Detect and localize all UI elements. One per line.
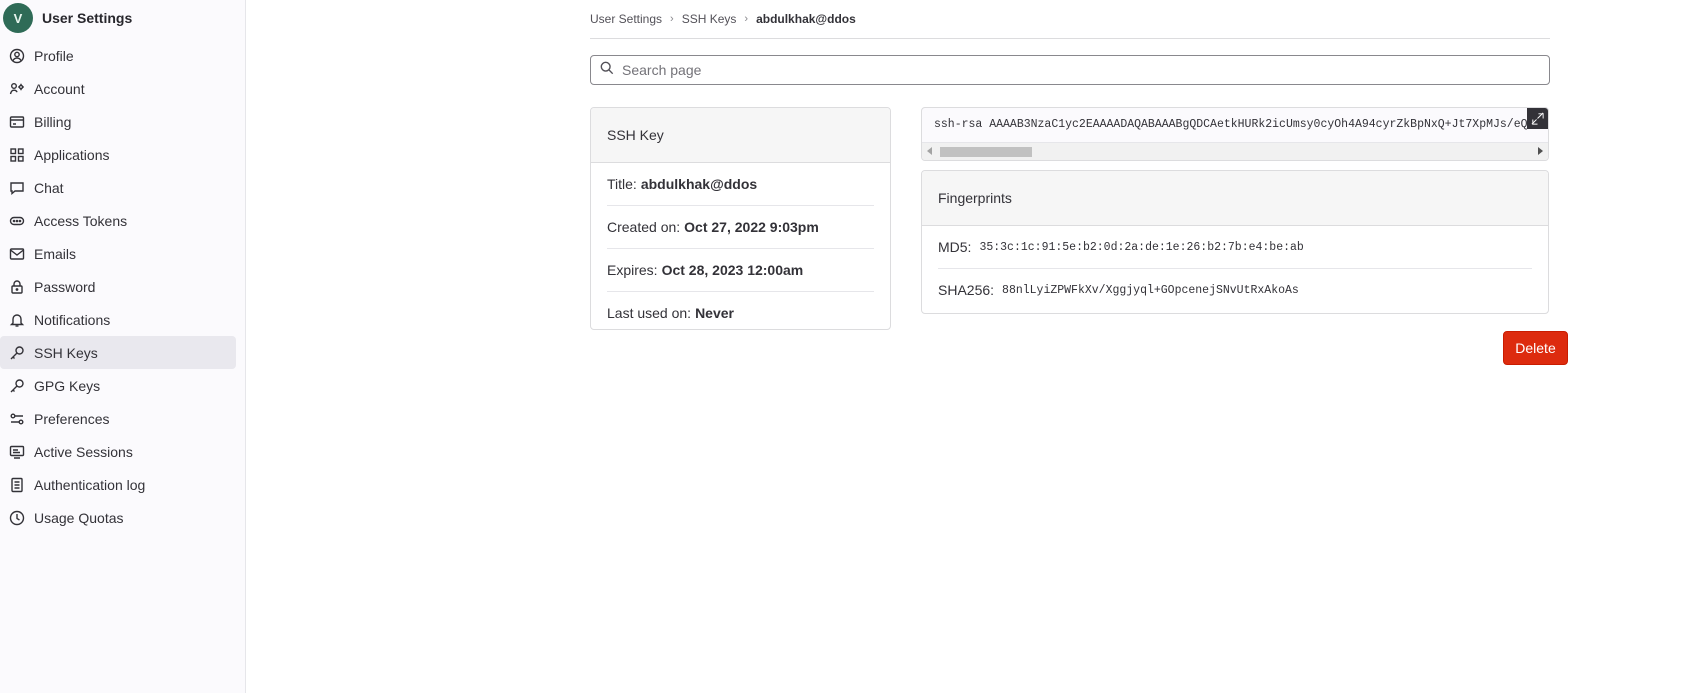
sidebar-nav: Profile Account Billing Applications Cha… <box>0 39 245 534</box>
expires-value: Oct 28, 2023 12:00am <box>661 262 804 278</box>
bell-icon <box>0 312 34 328</box>
sidebar-item-preferences[interactable]: Preferences <box>0 402 236 435</box>
sha256-label: SHA256: <box>938 282 995 298</box>
chevron-right-icon: › <box>744 13 749 25</box>
search-box[interactable] <box>590 55 1550 85</box>
sidebar-title: User Settings <box>42 10 133 26</box>
copy-key-button[interactable] <box>1527 108 1548 129</box>
search-icon <box>591 61 614 80</box>
scroll-right-arrow[interactable] <box>1538 147 1543 155</box>
created-label: Created on: <box>607 219 681 235</box>
sidebar-item-access-tokens[interactable]: Access Tokens <box>0 204 236 237</box>
key-icon <box>0 345 34 361</box>
avatar[interactable]: V <box>3 3 33 33</box>
sha256-value[interactable]: 88nlLyiZPWFkXv/Xggjyql+GOpcenejSNvUtRxAk… <box>1002 284 1299 297</box>
horizontal-scrollbar[interactable] <box>922 142 1548 160</box>
sidebar-item-label: Notifications <box>34 311 111 328</box>
sidebar-item-gpg-keys[interactable]: GPG Keys <box>0 369 236 402</box>
md5-value[interactable]: 35:3c:1c:91:5e:b2:0d:2a:de:1e:26:b2:7b:e… <box>979 241 1303 254</box>
scroll-left-arrow[interactable] <box>927 147 932 155</box>
sidebar-item-account[interactable]: Account <box>0 72 236 105</box>
created-row: Created on: Oct 27, 2022 9:03pm <box>607 206 874 249</box>
account-icon <box>0 81 34 97</box>
log-icon <box>0 477 34 493</box>
sidebar-item-ssh-keys[interactable]: SSH Keys <box>0 336 236 369</box>
key-title-label: Title: <box>607 176 637 192</box>
md5-row: MD5: 35:3c:1c:91:5e:b2:0d:2a:de:1e:26:b2… <box>938 226 1532 269</box>
md5-label: MD5: <box>938 239 972 255</box>
expires-label: Expires: <box>607 262 658 278</box>
sidebar-item-billing[interactable]: Billing <box>0 105 236 138</box>
applications-icon <box>0 147 34 163</box>
search-input[interactable] <box>620 61 1524 79</box>
sidebar-item-label: Profile <box>34 47 74 64</box>
settings-sidebar: V User Settings Profile Account Billing … <box>0 0 246 693</box>
ssh-key-card: SSH Key Title: abdulkhak@ddos Created on… <box>590 107 891 330</box>
sidebar-item-label: Password <box>34 278 96 295</box>
quota-icon <box>0 510 34 526</box>
chat-icon <box>0 180 34 196</box>
profile-icon <box>0 48 34 64</box>
last-used-label: Last used on: <box>607 305 692 321</box>
expires-row: Expires: Oct 28, 2023 12:00am <box>607 249 874 292</box>
sidebar-item-label: Usage Quotas <box>34 509 124 526</box>
sidebar-item-label: Billing <box>34 113 72 130</box>
billing-icon <box>0 114 34 130</box>
fingerprints-header: Fingerprints <box>922 171 1548 226</box>
lock-icon <box>0 279 34 295</box>
breadcrumb-ssh-keys[interactable]: SSH Keys <box>682 12 737 26</box>
key-title-row: Title: abdulkhak@ddos <box>607 163 874 206</box>
sidebar-item-chat[interactable]: Chat <box>0 171 236 204</box>
key-title-value: abdulkhak@ddos <box>640 176 758 192</box>
token-icon <box>0 213 34 229</box>
sidebar-item-label: SSH Keys <box>34 344 98 361</box>
preferences-icon <box>0 411 34 427</box>
created-value: Oct 27, 2022 9:03pm <box>684 219 819 235</box>
sidebar-item-authentication-log[interactable]: Authentication log <box>0 468 236 501</box>
sidebar-item-label: Active Sessions <box>34 443 133 460</box>
public-key-box[interactable]: ssh-rsa AAAAB3NzaC1yc2EAAAADAQABAAABgQDC… <box>921 107 1549 161</box>
main-content: User Settings › SSH Keys › abdulkhak@ddo… <box>590 0 1568 365</box>
breadcrumb: User Settings › SSH Keys › abdulkhak@ddo… <box>590 0 1550 39</box>
sidebar-item-label: Preferences <box>34 410 110 427</box>
sidebar-item-profile[interactable]: Profile <box>0 39 236 72</box>
last-used-row: Last used on: Never <box>607 292 874 334</box>
scroll-thumb[interactable] <box>940 147 1032 157</box>
sidebar-item-emails[interactable]: Emails <box>0 237 236 270</box>
sidebar-item-password[interactable]: Password <box>0 270 236 303</box>
sidebar-item-active-sessions[interactable]: Active Sessions <box>0 435 236 468</box>
sidebar-header: V User Settings <box>0 0 245 36</box>
ssh-key-card-header: SSH Key <box>591 108 890 163</box>
sidebar-item-label: Account <box>34 80 85 97</box>
public-key-text[interactable]: ssh-rsa AAAAB3NzaC1yc2EAAAADAQABAAABgQDC… <box>934 118 1528 131</box>
sidebar-item-label: Authentication log <box>34 476 146 493</box>
mail-icon <box>0 246 34 262</box>
breadcrumb-current: abdulkhak@ddos <box>756 12 856 26</box>
sidebar-item-label: Emails <box>34 245 77 262</box>
last-used-value: Never <box>695 305 734 321</box>
sidebar-item-label: GPG Keys <box>34 377 101 394</box>
chevron-right-icon: › <box>670 13 674 25</box>
fingerprints-card: Fingerprints MD5: 35:3c:1c:91:5e:b2:0d:2… <box>921 170 1549 314</box>
copy-icon <box>1531 112 1544 125</box>
key-icon <box>0 378 34 394</box>
sha256-row: SHA256: 88nlLyiZPWFkXv/Xggjyql+GOpcenejS… <box>938 269 1532 311</box>
sidebar-item-notifications[interactable]: Notifications <box>0 303 236 336</box>
sidebar-item-label: Access Tokens <box>34 212 128 229</box>
sidebar-item-usage-quotas[interactable]: Usage Quotas <box>0 501 236 534</box>
breadcrumb-user-settings[interactable]: User Settings <box>590 12 662 26</box>
delete-button[interactable]: Delete <box>1503 331 1568 365</box>
sidebar-item-label: Applications <box>34 146 110 163</box>
sidebar-item-applications[interactable]: Applications <box>0 138 236 171</box>
sidebar-item-label: Chat <box>34 179 64 196</box>
monitor-icon <box>0 444 34 460</box>
